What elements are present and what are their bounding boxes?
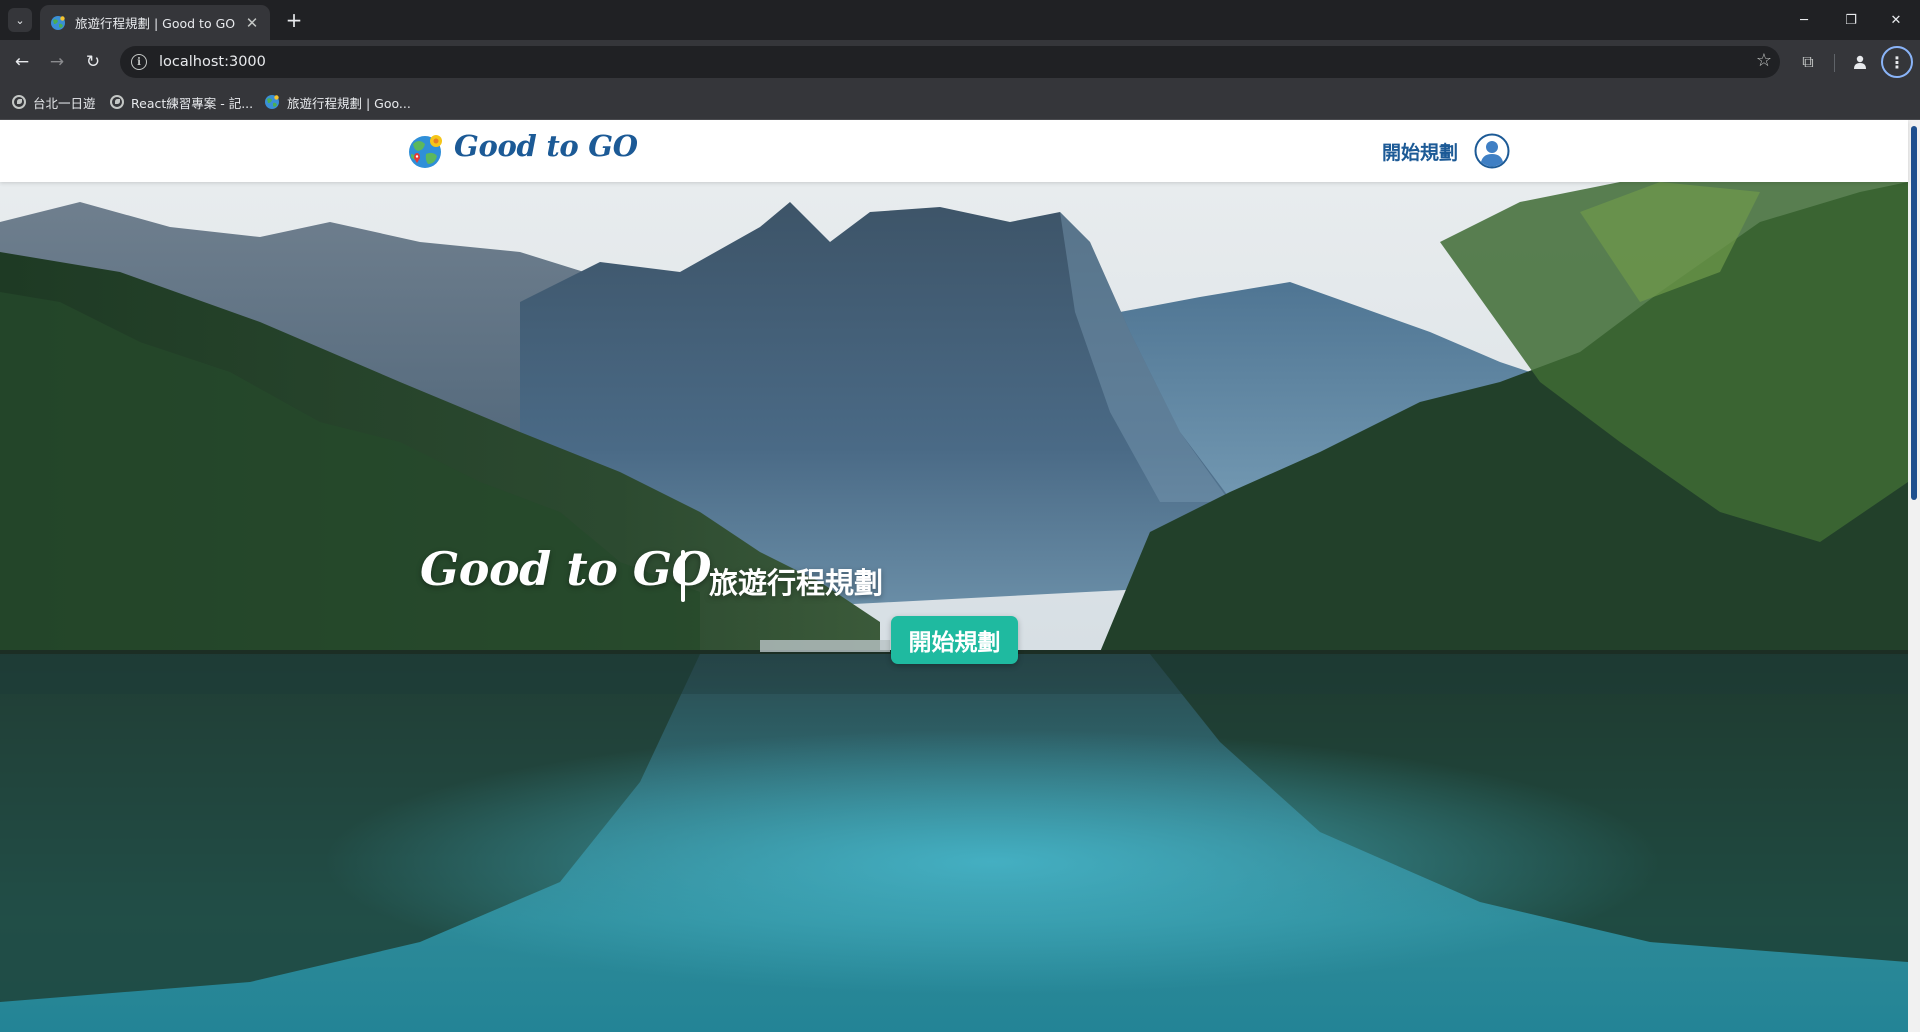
- globe-icon: [12, 95, 26, 109]
- bookmark-item[interactable]: React練習專案 - 記...: [110, 92, 253, 112]
- tab-search-button[interactable]: ⌄: [8, 8, 32, 32]
- bookmark-label: React練習專案 - 記...: [131, 95, 254, 111]
- hero-subtitle: 旅遊行程規劃: [709, 566, 884, 600]
- address-bar[interactable]: i localhost:3000 ☆: [120, 46, 1780, 78]
- extensions-icon[interactable]: ⧉: [1796, 50, 1820, 74]
- reload-icon[interactable]: ↻: [79, 48, 107, 76]
- close-window-icon[interactable]: ✕: [1876, 6, 1916, 34]
- person-icon: [1854, 55, 1866, 69]
- bookmark-star-icon[interactable]: ☆: [1756, 50, 1772, 71]
- start-planning-button[interactable]: 開始規劃: [891, 616, 1018, 664]
- bookmarks-bar: 台北一日遊 React練習專案 - 記... 旅遊行程規劃 | Goo...: [0, 84, 1920, 120]
- back-arrow-icon[interactable]: ←: [8, 48, 36, 76]
- page-scrollbar[interactable]: [1908, 120, 1920, 1032]
- bookmark-item[interactable]: 台北一日遊: [12, 92, 96, 112]
- browser-tab-strip: ⌄ 旅遊行程規劃 | Good to GO ✕ + ─ ❐ ✕: [0, 0, 1920, 40]
- close-tab-icon[interactable]: ✕: [244, 14, 260, 32]
- page-viewport: Good to GO 開始規劃 Good to GO 旅遊行程規劃 開始規劃: [0, 120, 1920, 1032]
- site-info-icon[interactable]: i: [131, 54, 147, 70]
- brand-logo-text[interactable]: Good to GO: [454, 129, 638, 163]
- kebab-menu-icon: ⋮: [1889, 52, 1905, 72]
- tab-title: 旅遊行程規劃 | Good to GO: [75, 16, 236, 31]
- hero-divider: [681, 550, 685, 602]
- hero-title: Good to GO: [420, 542, 712, 596]
- browser-menu-button[interactable]: ⋮: [1881, 46, 1913, 78]
- forward-arrow-icon[interactable]: →: [43, 48, 71, 76]
- browser-toolbar: ← → ↻ i localhost:3000 ☆ ⧉ ⋮: [0, 40, 1920, 84]
- bookmark-item[interactable]: 旅遊行程規劃 | Goo...: [264, 92, 411, 112]
- site-favicon-icon: [265, 95, 279, 109]
- site-favicon-icon: [51, 15, 65, 30]
- new-tab-button[interactable]: +: [282, 8, 306, 32]
- chevron-down-icon: ⌄: [15, 13, 25, 27]
- header-start-planning-link[interactable]: 開始規劃: [1382, 138, 1458, 165]
- profile-icon[interactable]: [1848, 50, 1872, 74]
- site-header: Good to GO 開始規劃: [0, 120, 1908, 182]
- restore-icon[interactable]: ❐: [1831, 6, 1871, 34]
- user-avatar-icon[interactable]: [1474, 133, 1510, 169]
- minimize-icon[interactable]: ─: [1784, 6, 1824, 34]
- globe-logo-icon[interactable]: [407, 132, 445, 170]
- bookmark-label: 台北一日遊: [33, 95, 96, 111]
- toolbar-divider: [1834, 54, 1835, 72]
- hero-background-landscape: [0, 182, 1908, 1032]
- bookmark-label: 旅遊行程規劃 | Goo...: [287, 95, 411, 111]
- hero-section: Good to GO 旅遊行程規劃 開始規劃: [0, 182, 1908, 1032]
- browser-tab-active[interactable]: 旅遊行程規劃 | Good to GO ✕: [40, 5, 270, 40]
- url-text[interactable]: localhost:3000: [159, 54, 266, 70]
- scrollbar-thumb[interactable]: [1911, 126, 1917, 500]
- globe-icon: [110, 95, 124, 109]
